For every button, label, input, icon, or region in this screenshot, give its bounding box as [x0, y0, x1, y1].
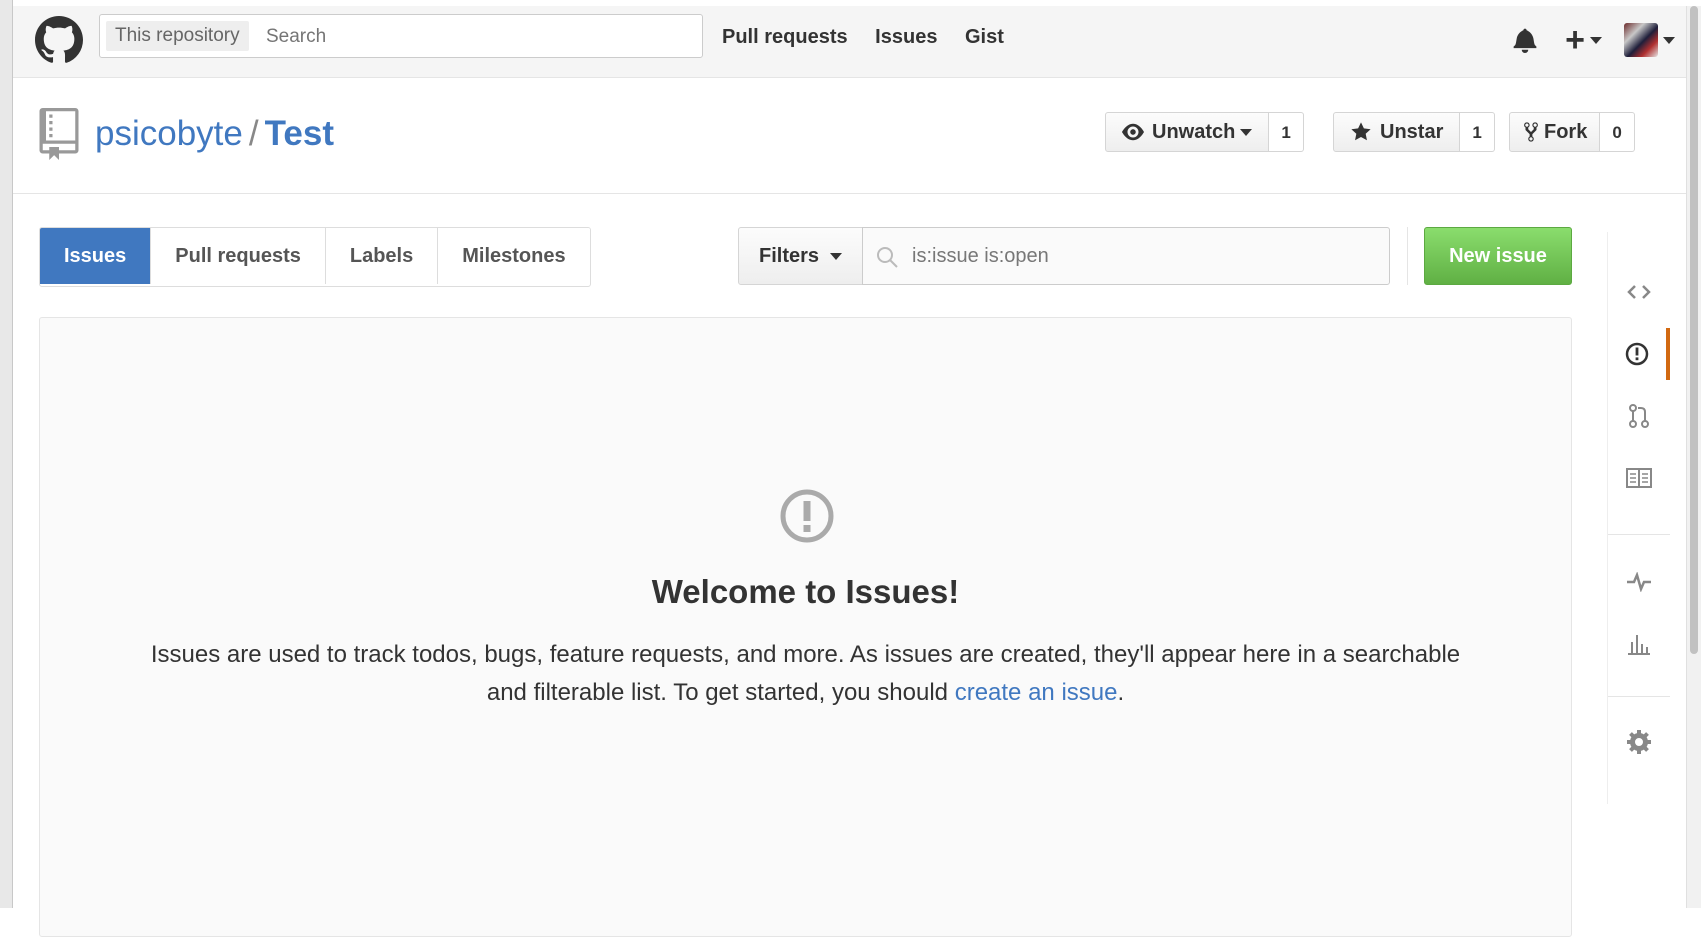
stargazers-count[interactable]: 1	[1460, 112, 1495, 152]
new-issue-button[interactable]: New issue	[1424, 227, 1572, 285]
page: This repository Pull requests Issues Gis…	[13, 0, 1701, 937]
sidebar-item-wiki[interactable]	[1608, 452, 1670, 504]
repo-title: psicobyte / Test	[95, 114, 334, 154]
tab-labels[interactable]: Labels	[324, 228, 438, 284]
fork-button-group: Fork 0	[1509, 112, 1635, 152]
bell-icon[interactable]	[1513, 27, 1537, 53]
sidebar-item-graphs[interactable]	[1608, 618, 1670, 670]
watchers-count[interactable]: 1	[1269, 112, 1304, 152]
create-new-dropdown[interactable]: +	[1565, 23, 1602, 57]
repo-path-separator: /	[248, 114, 259, 153]
fork-label: Fork	[1544, 121, 1588, 143]
chevron-down-icon	[1240, 128, 1253, 136]
nav-pull-requests[interactable]: Pull requests	[722, 26, 848, 48]
filter-query-input[interactable]: is:issue is:open	[912, 228, 1049, 284]
avatar	[1624, 23, 1658, 57]
chevron-down-icon	[1663, 36, 1675, 44]
sidebar-item-pull-requests[interactable]	[1608, 390, 1670, 442]
fork-icon	[1524, 122, 1538, 142]
search-scope-label[interactable]: This repository	[106, 21, 249, 51]
star-icon	[1351, 122, 1371, 141]
repo-header: psicobyte / Test Unwatch 1 Unstar 1 Fork 0	[13, 78, 1701, 194]
tab-milestones[interactable]: Milestones	[437, 228, 590, 284]
repo-owner-link[interactable]: psicobyte	[95, 114, 243, 153]
divider	[1407, 227, 1408, 285]
chevron-down-icon	[1590, 36, 1602, 44]
issues-subnav-tabs: Issues Pull requests Labels Milestones	[39, 227, 591, 287]
forks-count[interactable]: 0	[1600, 112, 1635, 152]
filters-label: Filters	[759, 245, 820, 267]
plus-icon: +	[1565, 21, 1585, 59]
chevron-down-icon	[829, 253, 842, 261]
sidebar-item-pulse[interactable]	[1608, 556, 1670, 608]
code-icon	[1627, 285, 1651, 299]
sidebar-item-issues[interactable]	[1608, 328, 1670, 380]
tab-pull-requests[interactable]: Pull requests	[150, 228, 325, 284]
blankslate-description: Issues are used to track todos, bugs, fe…	[140, 636, 1471, 712]
search-icon	[877, 247, 898, 268]
wiki-icon	[1626, 468, 1652, 488]
issues-blankslate: Welcome to Issues! Issues are used to tr…	[39, 317, 1572, 937]
pulse-icon	[1627, 572, 1651, 592]
unwatch-label: Unwatch	[1152, 121, 1236, 143]
issue-opened-icon	[780, 489, 834, 543]
issues-icon	[1625, 342, 1649, 366]
issues-filter-search[interactable]: is:issue is:open	[862, 227, 1390, 285]
unstar-label: Unstar	[1380, 121, 1444, 143]
blankslate-text-end: .	[1117, 679, 1125, 706]
star-button-group: Unstar 1	[1333, 112, 1495, 152]
sidebar-item-settings[interactable]	[1608, 716, 1670, 768]
search-input[interactable]	[264, 21, 668, 53]
tab-issues[interactable]: Issues	[40, 228, 151, 284]
unstar-button[interactable]: Unstar	[1333, 112, 1461, 152]
header-nav: Pull requests Issues Gist	[722, 26, 1026, 49]
sidebar-item-code[interactable]	[1608, 266, 1670, 318]
blankslate-title: Welcome to Issues!	[651, 573, 960, 610]
page-scrollbar[interactable]	[1686, 6, 1701, 908]
window-left-edge	[0, 0, 13, 908]
repo-name-link[interactable]: Test	[265, 114, 334, 153]
sidebar-divider	[1608, 534, 1670, 535]
eye-icon	[1122, 123, 1144, 141]
graph-icon	[1628, 635, 1650, 655]
repo-icon	[39, 108, 79, 160]
repo-sidebar-nav	[1607, 232, 1670, 804]
nav-gist[interactable]: Gist	[965, 26, 1004, 48]
pull-request-icon	[1629, 404, 1649, 428]
github-octocat-icon[interactable]	[35, 16, 83, 64]
create-issue-link[interactable]: create an issue	[955, 679, 1118, 706]
unwatch-button[interactable]: Unwatch	[1105, 112, 1270, 152]
sidebar-divider	[1608, 696, 1670, 697]
user-menu-dropdown[interactable]	[1602, 23, 1675, 57]
site-header: This repository Pull requests Issues Gis…	[13, 6, 1701, 78]
nav-issues[interactable]: Issues	[875, 26, 937, 48]
blankslate-text: Issues are used to track todos, bugs, fe…	[150, 641, 1461, 706]
settings-icon	[1627, 730, 1651, 754]
watch-button-group: Unwatch 1	[1105, 112, 1304, 152]
header-actions: +	[1513, 20, 1675, 60]
site-search: This repository	[99, 14, 703, 58]
fork-button[interactable]: Fork	[1509, 112, 1601, 152]
filters-dropdown[interactable]: Filters	[738, 227, 863, 285]
scrollbar-thumb[interactable]	[1690, 6, 1698, 654]
